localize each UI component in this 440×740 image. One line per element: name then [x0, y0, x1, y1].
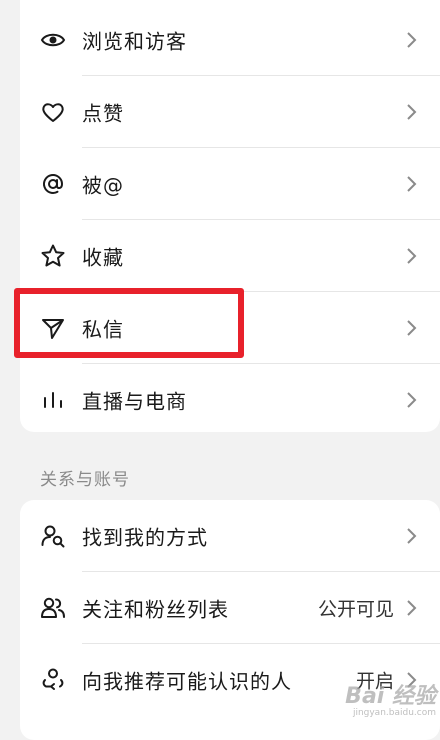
- row-private-messages[interactable]: 私信: [20, 292, 440, 364]
- heart-icon: [40, 99, 66, 125]
- star-icon: [40, 243, 66, 269]
- chevron-right-icon: [407, 528, 417, 544]
- row-favorites[interactable]: 收藏: [20, 220, 440, 292]
- notifications-settings-card: 浏览和访客 点赞 被@ 收藏 私信 直播与电商: [20, 0, 440, 432]
- person-search-icon: [40, 523, 66, 549]
- chevron-right-icon: [407, 320, 417, 336]
- row-label: 向我推荐可能认识的人: [82, 669, 292, 694]
- chevron-right-icon: [407, 176, 417, 192]
- row-label: 收藏: [82, 245, 124, 270]
- chevron-right-icon: [407, 32, 417, 48]
- watermark-main: Bai 经验: [345, 684, 436, 709]
- visibility-value: 公开可见: [317, 598, 394, 621]
- chevron-right-icon: [407, 600, 417, 616]
- row-label: 直播与电商: [82, 389, 187, 414]
- row-label: 浏览和访客: [82, 29, 187, 54]
- row-find-me[interactable]: 找到我的方式: [20, 500, 440, 572]
- row-label: 被@: [82, 173, 124, 198]
- chevron-right-icon: [407, 392, 417, 408]
- watermark: Bai 经验 jingyan.baidu.com: [345, 686, 436, 718]
- watermark-sub: jingyan.baidu.com: [352, 708, 436, 718]
- row-label: 关注和粉丝列表: [82, 597, 229, 622]
- chevron-right-icon: [407, 104, 417, 120]
- people-icon: [40, 595, 66, 621]
- at-icon: [40, 171, 66, 197]
- bar-chart-icon: [40, 387, 66, 413]
- chevron-right-icon: [407, 248, 417, 264]
- row-live-ecommerce[interactable]: 直播与电商: [20, 364, 440, 436]
- eye-icon: [40, 27, 66, 53]
- section-title-relations: 关系与账号: [40, 470, 130, 490]
- paper-plane-icon: [40, 315, 66, 341]
- row-follow-fans-list[interactable]: 关注和粉丝列表 公开可见: [20, 572, 440, 644]
- row-label: 找到我的方式: [82, 525, 208, 550]
- person-recommend-icon: [40, 667, 66, 693]
- row-label: 点赞: [82, 101, 124, 126]
- row-browse-visitors[interactable]: 浏览和访客: [20, 4, 440, 76]
- row-label: 私信: [82, 317, 124, 342]
- row-mentions[interactable]: 被@: [20, 148, 440, 220]
- row-likes[interactable]: 点赞: [20, 76, 440, 148]
